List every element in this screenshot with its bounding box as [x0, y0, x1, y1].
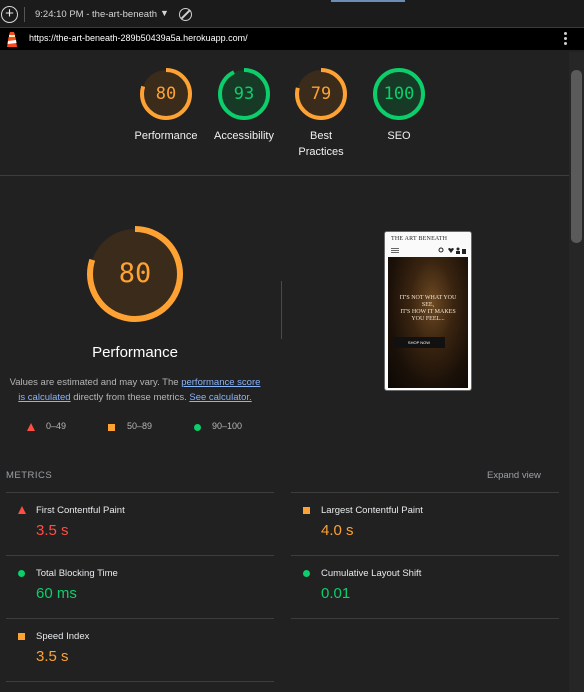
shop-now-button: SHOP NOW	[393, 337, 445, 348]
legend-pass: 90–100	[212, 421, 243, 431]
hero-line-2: SEE,	[421, 302, 435, 308]
gauge-score: 79	[310, 84, 332, 104]
metric-divider	[291, 618, 559, 619]
section-divider	[0, 175, 569, 176]
metric-name: Largest Contentful Paint	[321, 505, 423, 516]
metric-value: 4.0 s	[321, 522, 354, 539]
chevron-down-icon[interactable]: ▼	[160, 8, 169, 18]
desc-text-2: directly from these metrics.	[70, 392, 190, 403]
pass-circle-icon	[303, 570, 310, 577]
desc-text-1: Values are estimated and may vary. The	[9, 377, 182, 388]
metric-name: Cumulative Layout Shift	[321, 568, 422, 579]
metric-divider	[6, 618, 274, 619]
legend-fail: 0–49	[46, 421, 67, 431]
metric-name: Total Blocking Time	[36, 568, 118, 579]
gauge-label: SEO	[387, 130, 411, 142]
gauge-score: 100	[383, 84, 415, 104]
average-square-icon	[18, 633, 25, 640]
metric-value: 60 ms	[36, 585, 77, 602]
pass-circle-icon	[18, 570, 25, 577]
scrollbar-thumb[interactable]	[571, 70, 582, 243]
metric-name: Speed Index	[36, 631, 90, 642]
new-report-button[interactable]: +	[1, 6, 18, 23]
report-toolbar: + 9:24:10 PM - the-art-beneath ▼	[0, 0, 584, 28]
hero-line-1: IT'S NOT WHAT YOU	[399, 295, 457, 301]
metric-divider	[6, 555, 274, 556]
performance-score-link[interactable]: performance score	[181, 377, 260, 388]
fail-triangle-icon	[27, 423, 35, 431]
gauge-score: 93	[233, 84, 255, 104]
performance-title: Performance	[92, 344, 178, 361]
metric-value: 0.01	[321, 585, 351, 602]
page-screenshot-thumbnail[interactable]: THE ART BENEATH IT'S NOT WHAT YOU SEE, I…	[384, 231, 472, 391]
metric-value: 3.5 s	[36, 522, 69, 539]
hero-line-3: IT'S HOW IT MAKES	[400, 309, 456, 315]
page-url[interactable]: https://the-art-beneath-289b50439a5a.her…	[29, 33, 248, 43]
fail-triangle-icon	[18, 506, 26, 514]
score-gauge[interactable]: 79	[294, 67, 348, 121]
metric-divider	[291, 555, 559, 556]
vertical-divider	[281, 281, 282, 339]
menu-icon	[391, 248, 399, 253]
more-options-icon[interactable]	[563, 31, 567, 47]
average-square-icon	[108, 424, 115, 431]
metric-divider	[6, 681, 274, 682]
score-gauge[interactable]: 93	[217, 67, 271, 121]
lighthouse-logo-icon	[7, 32, 17, 47]
report-selector[interactable]: 9:24:10 PM - the-art-beneath	[35, 9, 158, 20]
url-bar: https://the-art-beneath-289b50439a5a.her…	[0, 28, 584, 50]
clear-icon[interactable]	[179, 8, 192, 21]
thumbnail-hero: IT'S NOT WHAT YOU SEE, IT'S HOW IT MAKES…	[388, 257, 468, 388]
expand-view-button[interactable]: Expand view	[487, 470, 541, 481]
metric-divider	[6, 492, 274, 493]
average-square-icon	[303, 507, 310, 514]
hero-line-4: YOU FEEL...	[411, 316, 445, 322]
score-gauge[interactable]: 100	[372, 67, 426, 121]
see-calculator-link[interactable]: See calculator.	[189, 392, 251, 403]
performance-gauge: 80	[86, 225, 184, 323]
metric-name: First Contentful Paint	[36, 505, 125, 516]
thumbnail-brand: THE ART BENEATH	[391, 236, 448, 242]
gauge-score: 80	[155, 84, 177, 104]
performance-score: 80	[118, 258, 152, 289]
thumbnail-header: THE ART BENEATH	[385, 232, 471, 257]
metric-divider	[291, 492, 559, 493]
legend-average: 50–89	[127, 421, 153, 431]
score-gauge[interactable]: 80	[139, 67, 193, 121]
header-icons	[438, 247, 466, 254]
performance-description: Values are estimated and may vary. The p…	[4, 375, 266, 405]
metric-value: 3.5 s	[36, 648, 69, 665]
pass-circle-icon	[194, 424, 201, 431]
toolbar-divider	[24, 7, 25, 22]
is-calculated-link[interactable]: is calculated	[18, 392, 70, 403]
tab-indicator	[331, 0, 405, 2]
gauge-label-line: Practices	[298, 146, 344, 158]
metrics-heading: METRICS	[6, 470, 53, 481]
